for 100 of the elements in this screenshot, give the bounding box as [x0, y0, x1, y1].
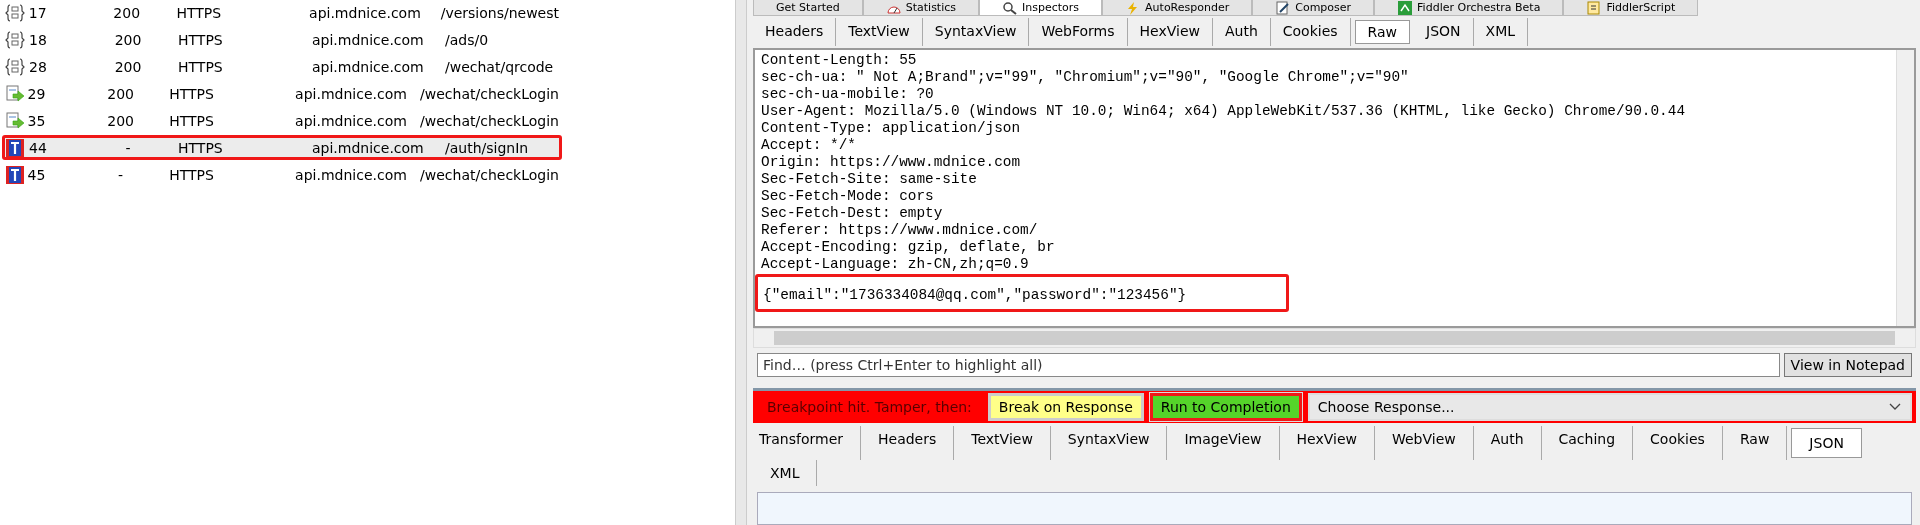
- request-body: {"email":"1736334084@qq.com","password":"123456"}: [763, 287, 1188, 304]
- header-line: sec-ch-ua-mobile: ?0: [761, 86, 935, 103]
- view-tab[interactable]: JSON: [1414, 18, 1474, 46]
- pane-splitter[interactable]: [735, 0, 747, 525]
- header-line: Accept-Language: zh-CN,zh;q=0.9: [761, 256, 1030, 273]
- view-tab[interactable]: WebForms: [1029, 18, 1128, 46]
- session-id: 17: [28, 4, 48, 21]
- pen-icon: [1275, 0, 1292, 15]
- view-tab[interactable]: HexView: [1279, 426, 1375, 460]
- status-code: 200: [112, 4, 142, 21]
- view-tab[interactable]: Auth: [1473, 426, 1542, 460]
- view-tab[interactable]: Raw: [1722, 426, 1788, 460]
- inspector-tab[interactable]: FiddlerScript: [1563, 0, 1699, 16]
- view-tab[interactable]: Headers: [861, 426, 955, 460]
- inspector-tab[interactable]: AutoResponder: [1102, 0, 1253, 16]
- inspector-tab[interactable]: Fiddler Orchestra Beta: [1374, 0, 1564, 16]
- header-line: Sec-Fetch-Mode: cors: [761, 188, 935, 205]
- host: api.mdnice.com: [312, 31, 425, 48]
- view-tab[interactable]: Raw: [1354, 20, 1411, 44]
- protocol: HTTPS: [178, 139, 224, 156]
- inspector-tab[interactable]: Get Started: [753, 0, 863, 16]
- view-tab[interactable]: Auth: [1212, 18, 1271, 46]
- session-row[interactable]: 28 200 HTTPS api.mdnice.com /wechat/qrcode: [2, 54, 562, 79]
- header-line: Origin: https://www.mdnice.com: [761, 154, 1022, 171]
- session-row[interactable]: 44 - HTTPS api.mdnice.com /auth/signIn: [2, 135, 562, 160]
- protocol: HTTPS: [169, 112, 215, 129]
- breakpoint-message: Breakpoint hit. Tamper, then:: [767, 399, 972, 415]
- view-tab[interactable]: XML: [753, 460, 818, 486]
- inspector-tab[interactable]: Composer: [1252, 0, 1375, 16]
- header-line: Sec-Fetch-Dest: empty: [761, 205, 944, 222]
- square-logo-icon: [1397, 0, 1414, 15]
- breakpoint-icon: [5, 164, 25, 185]
- header-line: Accept-Encoding: gzip, deflate, br: [761, 239, 1056, 256]
- view-tab[interactable]: HexView: [1127, 18, 1213, 46]
- protocol: HTTPS: [169, 166, 215, 183]
- url: /wechat/checkLogin: [420, 85, 559, 102]
- session-id: 29: [27, 85, 47, 102]
- view-tab[interactable]: ImageView: [1167, 426, 1280, 460]
- status-code: 200: [113, 58, 143, 75]
- header-line: User-Agent: Mozilla/5.0 (Windows NT 10.0; Win64; x64) AppleWebKit/537.36 (KHTML, like Gecko) Chrome/90.0.44: [761, 103, 1687, 120]
- view-tab[interactable]: Headers: [753, 18, 837, 46]
- inspector-tab[interactable]: Statistics: [862, 0, 980, 16]
- session-row[interactable]: 18 200 HTTPS api.mdnice.com /ads/0: [2, 27, 562, 52]
- session-row[interactable]: 45 - HTTPS api.mdnice.com /wechat/checkLogin: [2, 162, 562, 187]
- view-tab[interactable]: JSON: [1791, 428, 1862, 458]
- session-id: 44: [29, 139, 48, 156]
- url: /wechat/checkLogin: [420, 112, 559, 129]
- inspector-tab[interactable]: Inspectors: [979, 0, 1103, 16]
- script-icon: [1586, 0, 1603, 15]
- header-line: Referer: https://www.mdnice.com/: [761, 222, 1039, 239]
- url: /auth/signIn: [445, 139, 530, 156]
- view-tab[interactable]: TextView: [954, 426, 1051, 460]
- view-tab[interactable]: XML: [1473, 18, 1529, 46]
- url: /versions/newest: [440, 4, 559, 21]
- host: api.mdnice.com: [312, 58, 425, 75]
- status-code: 200: [106, 85, 135, 102]
- session-id: 28: [29, 58, 48, 75]
- status-code: 200: [113, 31, 143, 48]
- view-tab[interactable]: TextView: [836, 18, 923, 46]
- chevron-down-icon: [1888, 402, 1902, 412]
- session-row[interactable]: 17 200 HTTPS api.mdnice.com /versions/newest: [2, 0, 562, 25]
- session-id: 45: [27, 166, 47, 183]
- json-file-icon: [5, 2, 25, 23]
- vertical-scrollbar[interactable]: [1896, 50, 1914, 326]
- session-id: 35: [27, 112, 47, 129]
- session-row[interactable]: 35 200 HTTPS api.mdnice.com /wechat/checkLogin: [2, 108, 562, 133]
- view-tab[interactable]: WebView: [1374, 426, 1474, 460]
- view-tab[interactable]: Transformer: [753, 426, 861, 460]
- view-tab[interactable]: SyntaxView: [922, 18, 1030, 46]
- session-row[interactable]: 29 200 HTTPS api.mdnice.com /wechat/checkLogin: [2, 81, 562, 106]
- status-code: -: [117, 166, 125, 183]
- host: api.mdnice.com: [295, 85, 408, 102]
- url: /ads/0: [445, 31, 490, 48]
- header-line: Content-Type: application/json: [761, 120, 1022, 137]
- break-on-response-button[interactable]: Break on Response: [987, 393, 1144, 421]
- status-code: -: [124, 139, 132, 156]
- url: /wechat/qrcode: [445, 58, 555, 75]
- document-arrow-icon: [5, 110, 25, 131]
- protocol: HTTPS: [178, 31, 224, 48]
- run-to-completion-button[interactable]: Run to Completion: [1149, 393, 1302, 421]
- view-tab[interactable]: SyntaxView: [1050, 426, 1168, 460]
- host: api.mdnice.com: [295, 112, 408, 129]
- view-tab[interactable]: Cookies: [1270, 18, 1351, 46]
- header-line: Sec-Fetch-Site: same-site: [761, 171, 978, 188]
- header-line: sec-ch-ua: " Not A;Brand";v="99", "Chromium";v="90", "Google Chrome";v="90": [761, 69, 1410, 86]
- view-tab[interactable]: Caching: [1541, 426, 1634, 460]
- protocol: HTTPS: [178, 58, 224, 75]
- json-file-icon: [5, 29, 25, 50]
- url: /wechat/checkLogin: [420, 166, 559, 183]
- view-in-notepad-button[interactable]: View in Notepad: [1783, 353, 1912, 377]
- find-field[interactable]: Find… (press Ctrl+Enter to highlight all): [757, 353, 1780, 377]
- host: api.mdnice.com: [295, 166, 408, 183]
- status-code: 200: [106, 112, 135, 129]
- header-line: Accept: */*: [761, 137, 857, 154]
- choose-response-dropdown[interactable]: Choose Response...: [1307, 393, 1912, 421]
- header-line: Content-Length: 55: [761, 52, 918, 69]
- view-tab[interactable]: Cookies: [1633, 426, 1723, 460]
- horizontal-scrollbar[interactable]: [753, 328, 1916, 348]
- magnifier-icon: [1002, 0, 1019, 15]
- host: api.mdnice.com: [309, 4, 422, 21]
